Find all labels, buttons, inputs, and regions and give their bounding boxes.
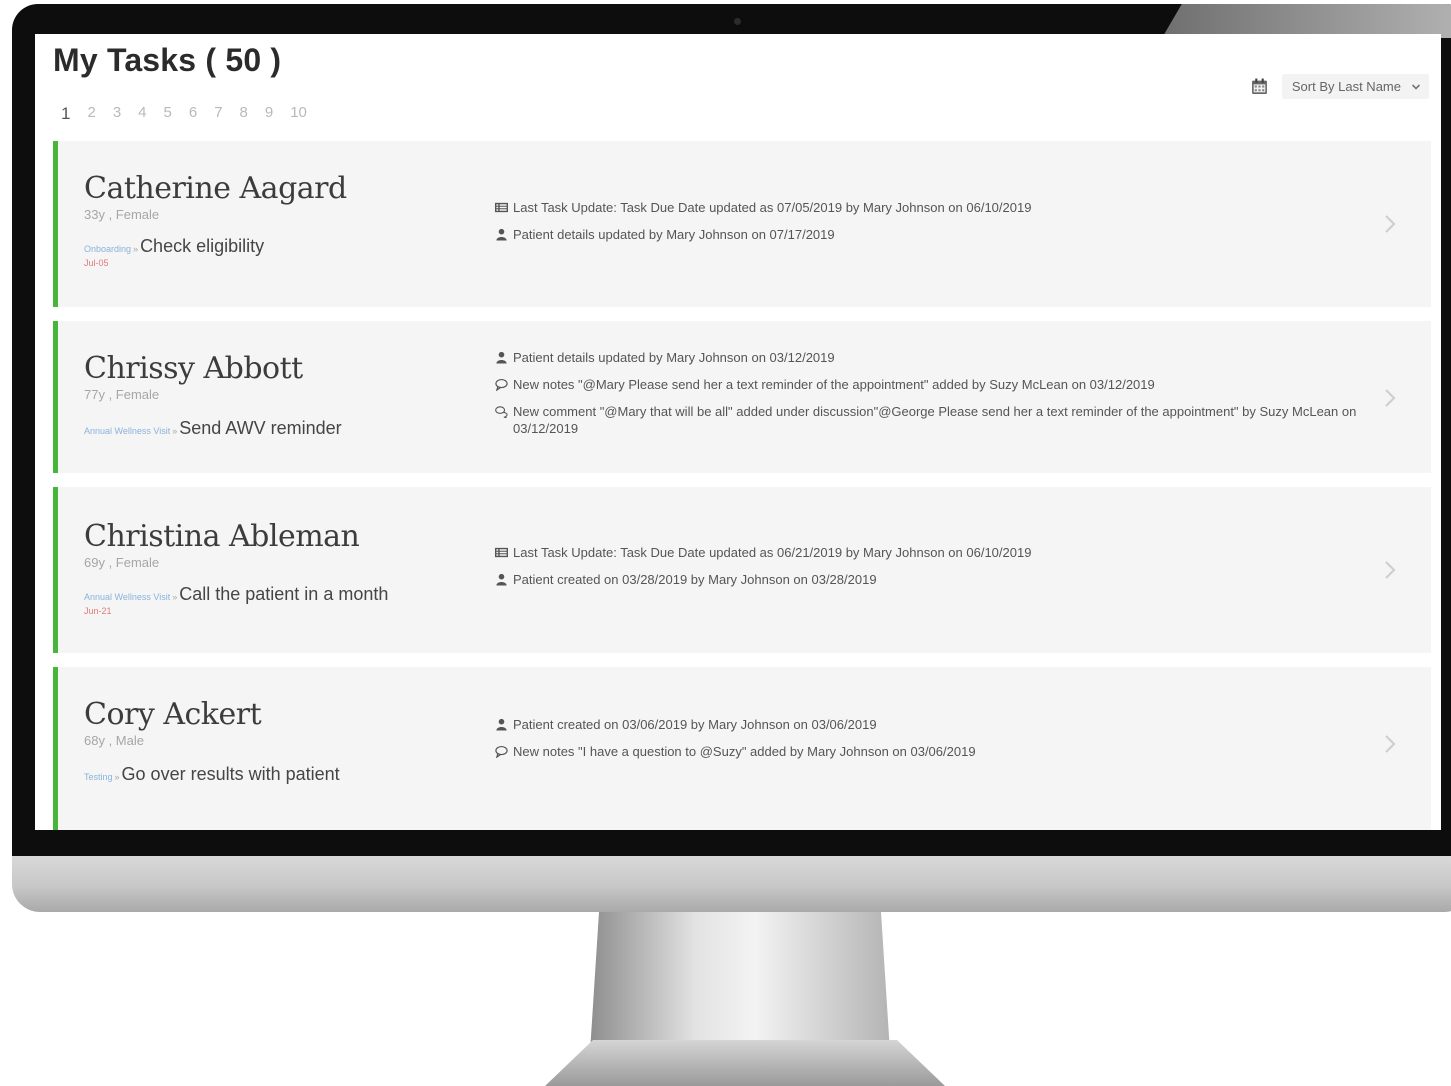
page-link-7[interactable]: 7 (214, 104, 222, 124)
chevron-right-icon[interactable] (1383, 213, 1397, 235)
task-title: Check eligibility (140, 236, 265, 256)
update-text: Patient created on 03/06/2019 by Mary Jo… (513, 717, 877, 732)
app-screen: My Tasks ( 50 ) 1 2 3 4 5 6 7 8 9 10 Sor… (35, 34, 1441, 830)
page-link-1[interactable]: 1 (61, 104, 70, 124)
user-icon (496, 228, 507, 241)
monitor-stand-base (545, 1040, 945, 1086)
chevron-right-icon[interactable] (1383, 733, 1397, 755)
comment-icon (495, 378, 508, 391)
list-icon (495, 547, 508, 558)
task-list: Catherine Aagard 33y , Female Onboarding… (53, 141, 1431, 830)
update-item: Patient created on 03/28/2019 by Mary Jo… (495, 571, 1395, 588)
task-category: Onboarding (84, 244, 132, 254)
task-line: Annual Wellness Visit» Call the patient i… (84, 584, 454, 605)
sort-dropdown-label: Sort By Last Name (1291, 79, 1401, 94)
patient-meta: 68y , Male (84, 733, 144, 748)
page-link-6[interactable]: 6 (189, 104, 197, 124)
monitor-stand (590, 912, 890, 1052)
update-item: Last Task Update: Task Due Date updated … (495, 544, 1395, 561)
task-line: Onboarding» Check eligibility (84, 236, 454, 257)
task-separator: » (133, 244, 139, 254)
page-link-2[interactable]: 2 (87, 104, 95, 124)
update-item: New notes "I have a question to @Suzy" a… (495, 743, 1395, 760)
page-link-4[interactable]: 4 (138, 104, 146, 124)
patient-name[interactable]: Cory Ackert (84, 697, 454, 733)
camera-dot (734, 18, 741, 25)
chevron-right-icon[interactable] (1383, 387, 1397, 409)
task-separator: » (172, 426, 178, 436)
user-icon (496, 573, 507, 586)
task-line: Annual Wellness Visit» Send AWV reminder (84, 418, 454, 439)
patient-meta: 77y , Female (84, 387, 160, 402)
user-icon (496, 351, 507, 364)
update-text: Last Task Update: Task Due Date updated … (513, 200, 1032, 215)
chevron-down-icon (1411, 83, 1421, 90)
update-text: New comment "@Mary that will be all" add… (513, 404, 1357, 436)
task-category: Annual Wellness Visit (84, 592, 171, 602)
task-title: Go over results with patient (121, 764, 340, 784)
task-separator: » (114, 772, 120, 782)
task-card[interactable]: Catherine Aagard 33y , Female Onboarding… (53, 141, 1431, 307)
update-text: Patient details updated by Mary Johnson … (513, 350, 835, 365)
update-text: Last Task Update: Task Due Date updated … (513, 545, 1032, 560)
page-link-3[interactable]: 3 (113, 104, 121, 124)
page-link-5[interactable]: 5 (164, 104, 172, 124)
task-due-date: Jul-05 (84, 258, 109, 268)
task-due-date: Jun-21 (84, 606, 112, 616)
task-separator: » (172, 592, 178, 602)
update-item: New comment "@Mary that will be all" add… (495, 403, 1395, 437)
monitor-chin (12, 856, 1451, 912)
task-card[interactable]: Cory Ackert 68y , Male Testing» Go over r… (53, 667, 1431, 830)
update-text: New notes "@Mary Please send her a text … (513, 377, 1155, 392)
patient-meta: 33y , Female (84, 207, 160, 222)
page-link-8[interactable]: 8 (240, 104, 248, 124)
chevron-right-icon[interactable] (1383, 559, 1397, 581)
update-item: Patient details updated by Mary Johnson … (495, 226, 1395, 243)
update-item: New notes "@Mary Please send her a text … (495, 376, 1395, 393)
task-category: Testing (84, 772, 113, 782)
patient-name[interactable]: Chrissy Abbott (84, 351, 454, 387)
page-link-9[interactable]: 9 (265, 104, 273, 124)
page-title: My Tasks ( 50 ) (53, 42, 282, 78)
task-card[interactable]: Chrissy Abbott 77y , Female Annual Welln… (53, 321, 1431, 473)
update-text: New notes "I have a question to @Suzy" a… (513, 744, 976, 759)
user-icon (496, 718, 507, 731)
sort-dropdown[interactable]: Sort By Last Name (1281, 74, 1429, 99)
pagination: 1 2 3 4 5 6 7 8 9 10 (61, 104, 307, 124)
update-item: Patient details updated by Mary Johnson … (495, 349, 1395, 366)
patient-name[interactable]: Christina Ableman (84, 519, 454, 555)
comments-icon (495, 406, 508, 418)
task-card[interactable]: Christina Ableman 69y , Female Annual We… (53, 487, 1431, 653)
task-title: Send AWV reminder (179, 418, 342, 438)
update-item: Last Task Update: Task Due Date updated … (495, 199, 1395, 216)
update-item: Patient created on 03/06/2019 by Mary Jo… (495, 716, 1395, 733)
task-line: Testing» Go over results with patient (84, 764, 454, 785)
calendar-icon[interactable] (1251, 78, 1268, 95)
task-category: Annual Wellness Visit (84, 426, 171, 436)
page-link-10[interactable]: 10 (290, 104, 307, 124)
patient-name[interactable]: Catherine Aagard (84, 171, 454, 207)
list-icon (495, 202, 508, 213)
comment-icon (495, 745, 508, 758)
sort-area: Sort By Last Name (1251, 74, 1429, 99)
patient-meta: 69y , Female (84, 555, 160, 570)
bezel-glare (1162, 4, 1451, 38)
update-text: Patient created on 03/28/2019 by Mary Jo… (513, 572, 877, 587)
update-text: Patient details updated by Mary Johnson … (513, 227, 835, 242)
task-title: Call the patient in a month (179, 584, 389, 604)
